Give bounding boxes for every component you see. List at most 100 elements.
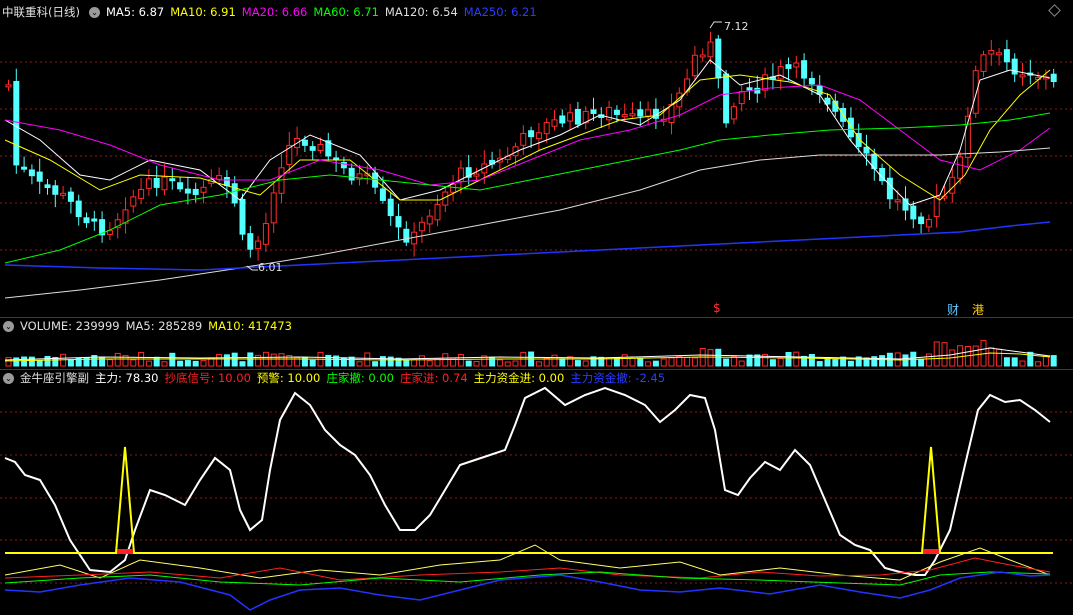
- candle-body: [13, 80, 20, 166]
- volume-bar: [941, 342, 948, 367]
- volume-bar: [645, 361, 652, 367]
- candle-body: [216, 175, 223, 180]
- volume-bar: [723, 358, 730, 367]
- volume-bar: [1011, 357, 1018, 367]
- volume-bar: [559, 358, 566, 367]
- volume-bar: [231, 352, 238, 367]
- candle-body: [637, 109, 644, 117]
- candle-body: [161, 176, 168, 191]
- low-price-label: 6.01: [258, 261, 283, 274]
- volume-bar: [216, 353, 223, 367]
- volume-bar: [465, 360, 472, 367]
- candle-body: [130, 196, 137, 207]
- candle-body: [301, 139, 308, 146]
- candle-body: [801, 60, 808, 79]
- candle-body: [169, 178, 176, 182]
- volume-bar: [278, 353, 285, 367]
- candle-body: [450, 183, 457, 193]
- volume-value: VOLUME: 239999: [20, 319, 120, 333]
- ma250-value: MA250: 6.21: [463, 5, 537, 19]
- candle-body: [925, 218, 932, 228]
- candle-body: [613, 109, 620, 115]
- volume-bar: [504, 361, 511, 367]
- candle-body: [863, 146, 870, 154]
- volume-bar: [169, 352, 176, 367]
- volume-bar: [691, 357, 698, 367]
- candle-body: [567, 112, 574, 122]
- volume-bar: [1003, 357, 1010, 367]
- candle-body: [535, 132, 542, 140]
- candle-body: [21, 166, 28, 170]
- price-chart[interactable]: [0, 0, 1073, 615]
- candle-body: [75, 200, 82, 218]
- volume-bar: [1050, 355, 1057, 367]
- ma120-line: [4, 147, 1051, 299]
- indicator-fund-in-line: [4, 544, 1051, 581]
- indicator-fund-out-line: [4, 571, 1051, 611]
- candle-body: [309, 146, 316, 151]
- candle-body: [223, 177, 230, 187]
- volume-bar: [496, 359, 503, 367]
- volume-bar: [145, 360, 152, 367]
- volume-bar: [738, 360, 745, 367]
- candle-body: [387, 198, 394, 217]
- candle-body: [730, 106, 737, 120]
- volume-bar: [239, 361, 246, 367]
- candle-body: [621, 113, 628, 118]
- candle-body: [426, 215, 433, 225]
- finance-marker[interactable]: 财: [947, 301, 959, 318]
- indicator-dealer-in-line: [4, 557, 1051, 581]
- volume-bar: [668, 357, 675, 367]
- volume-bar: [28, 356, 35, 367]
- volume-bar: [489, 356, 496, 367]
- volume-bar: [769, 359, 776, 367]
- ma5-value: MA5: 6.87: [105, 5, 165, 19]
- volume-bar: [161, 361, 168, 367]
- candle-body: [379, 188, 386, 201]
- volume-bar: [106, 359, 113, 367]
- volume-bar: [535, 361, 542, 367]
- candle-body: [348, 167, 355, 181]
- volume-bar: [270, 353, 277, 367]
- settings-toggle-icon[interactable]: ⌄: [88, 6, 100, 18]
- candle-body: [847, 117, 854, 138]
- volume-bar: [325, 354, 332, 367]
- indicator-bottom-signal-bar: [117, 549, 133, 554]
- candle-body: [231, 183, 238, 204]
- candle-body: [918, 216, 925, 225]
- volume-bar: [372, 361, 379, 367]
- candle-body: [52, 185, 59, 195]
- candle-body: [996, 52, 1003, 56]
- period-label: (日线): [48, 5, 80, 19]
- volume-bar: [67, 359, 74, 367]
- candle-body: [738, 91, 745, 105]
- volume-bar: [652, 360, 659, 367]
- volume-bar: [582, 360, 589, 367]
- volume-bar: [1042, 355, 1049, 367]
- candle-body: [247, 233, 254, 250]
- volume-bar: [707, 349, 714, 367]
- volume-toggle-icon[interactable]: ⌄: [3, 320, 14, 332]
- low-price-value: 6.01: [258, 261, 283, 274]
- ma20-line: [4, 84, 1051, 186]
- volume-bar: [816, 361, 823, 367]
- volume-bar: [5, 357, 12, 367]
- indicator-toggle-icon[interactable]: ⌄: [3, 372, 14, 384]
- volume-bar: [356, 361, 363, 367]
- volume-bar: [1035, 361, 1042, 367]
- volume-ma10: MA10: 417473: [208, 319, 292, 333]
- candle-body: [668, 104, 675, 124]
- indicator-name: 金牛座引擎副: [20, 371, 89, 385]
- candle-body: [762, 74, 769, 91]
- hk-marker[interactable]: 港: [972, 301, 984, 318]
- candle-body: [434, 204, 441, 221]
- dollar-marker[interactable]: $: [713, 301, 721, 315]
- candle-body: [67, 191, 74, 202]
- candle-body: [418, 221, 425, 232]
- indicator-fund-in: 主力资金进: 0.00: [473, 371, 565, 385]
- volume-bar: [192, 360, 199, 367]
- volume-bar: [130, 359, 137, 367]
- candle-body: [60, 192, 67, 196]
- volume-bar: [418, 355, 425, 367]
- volume-ma5-line: [4, 347, 1051, 361]
